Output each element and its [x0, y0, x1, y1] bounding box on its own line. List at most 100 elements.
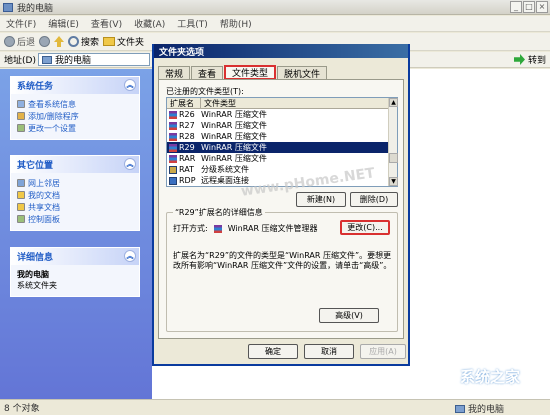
- list-item[interactable]: RAR WinRAR 压缩文件: [167, 153, 397, 164]
- system-tasks-panel: 系统任务 ︽ 查看系统信息 添加/删除程序 更改一个设置: [10, 76, 140, 140]
- ok-button[interactable]: 确定: [248, 344, 298, 359]
- up-folder-icon: [54, 36, 65, 47]
- menu-favorites[interactable]: 收藏(A): [134, 17, 165, 30]
- column-extension[interactable]: 扩展名: [167, 98, 201, 108]
- list-item[interactable]: R27 WinRAR 压缩文件: [167, 120, 397, 131]
- menu-tools[interactable]: 工具(T): [177, 17, 208, 30]
- menu-view[interactable]: 查看(V): [91, 17, 122, 30]
- winrar-icon: [213, 224, 222, 233]
- forward-arrow-icon: [39, 36, 51, 47]
- place-my-documents[interactable]: 我的文档: [17, 189, 133, 201]
- collapse-chevron-icon[interactable]: ︽: [124, 158, 136, 170]
- folder-options-dialog: 文件夹选项 常规 查看 文件类型 脱机文件 已注册的文件类型(T): 扩展名 文…: [152, 44, 410, 366]
- folders-button[interactable]: 文件夹: [103, 35, 144, 48]
- computer-icon: [3, 2, 13, 12]
- back-arrow-icon: [4, 36, 15, 47]
- opens-with-row: 打开方式: WinRAR 压缩文件管理器: [173, 223, 318, 234]
- address-label: 地址(D): [4, 56, 36, 66]
- scroll-up-icon[interactable]: ▲: [389, 98, 398, 107]
- close-button[interactable]: ×: [536, 1, 548, 13]
- search-icon: [68, 36, 80, 47]
- maximize-button[interactable]: □: [523, 1, 535, 13]
- menu-edit[interactable]: 编辑(E): [48, 17, 79, 30]
- go-label: 转到: [527, 56, 546, 66]
- menu-bar: 文件(F) 编辑(E) 查看(V) 收藏(A) 工具(T) 帮助(H): [0, 16, 550, 32]
- details-group-title: “R29”扩展名的详细信息: [173, 207, 265, 218]
- folder-icon: [17, 191, 25, 199]
- file-types-page: 已注册的文件类型(T): 扩展名 文件类型 R26 WinRAR 压缩文件 R2…: [158, 79, 404, 339]
- apply-button[interactable]: 应用(A): [360, 344, 406, 359]
- minimize-button[interactable]: _: [510, 1, 522, 13]
- list-header: 扩展名 文件类型: [167, 98, 397, 109]
- control-panel-icon: [17, 124, 25, 132]
- go-arrow-icon: [513, 54, 525, 65]
- other-places-header[interactable]: 其它位置 ︽: [11, 156, 139, 173]
- menu-file[interactable]: 文件(F): [6, 17, 36, 30]
- folders-label: 文件夹: [117, 38, 145, 48]
- new-button[interactable]: 新建(N): [296, 192, 346, 207]
- dialog-tabs: 常规 查看 文件类型 脱机文件: [158, 65, 328, 80]
- description-text: 扩展名为“R29”的文件的类型是“WinRAR 压缩文件”。要想更改所有影响“W…: [173, 251, 392, 270]
- scroll-thumb[interactable]: [389, 153, 398, 163]
- winrar-icon: [169, 143, 177, 152]
- column-file-type[interactable]: 文件类型: [201, 98, 389, 108]
- remote-desktop-icon: [169, 176, 177, 185]
- place-control-panel[interactable]: 控制面板: [17, 213, 133, 225]
- delete-button[interactable]: 删除(D): [350, 192, 398, 207]
- address-input[interactable]: 我的电脑: [38, 53, 150, 66]
- place-shared-documents[interactable]: 共享文档: [17, 201, 133, 213]
- cancel-button[interactable]: 取消: [304, 344, 354, 359]
- forward-button[interactable]: [39, 36, 51, 47]
- back-label: 后退: [17, 38, 36, 48]
- window-title: 我的电脑: [17, 3, 54, 14]
- back-button[interactable]: 后退: [4, 35, 35, 48]
- up-button[interactable]: [54, 36, 65, 47]
- system-tasks-header[interactable]: 系统任务 ︽: [11, 77, 139, 94]
- details-panel: 详细信息 ︽ 我的电脑 系统文件夹: [10, 247, 140, 297]
- task-change-setting[interactable]: 更改一个设置: [17, 122, 133, 134]
- task-pane: 系统任务 ︽ 查看系统信息 添加/删除程序 更改一个设置 其它位置 ︽ 网上邻居…: [0, 69, 152, 399]
- info-icon: [17, 100, 25, 108]
- task-view-system-info[interactable]: 查看系统信息: [17, 98, 133, 110]
- rating-icon: [169, 165, 177, 174]
- go-button[interactable]: 转到: [513, 53, 546, 66]
- logo-url: XITONGZHIJIA.NET: [460, 384, 516, 391]
- folder-icon: [103, 37, 116, 46]
- winrar-icon: [169, 154, 177, 163]
- status-count: 8 个对象: [4, 404, 40, 414]
- winrar-icon: [169, 132, 177, 141]
- programs-icon: [17, 112, 25, 120]
- status-location: 我的电脑: [468, 405, 505, 415]
- status-bar: 8 个对象 我的电脑: [0, 399, 550, 415]
- details-group: “R29”扩展名的详细信息 打开方式: WinRAR 压缩文件管理器 更改(C)…: [166, 207, 398, 332]
- site-logo: 系统之家 XITONGZHIJIA.NET: [430, 355, 548, 397]
- details-type: 系统文件夹: [17, 281, 57, 290]
- list-scrollbar[interactable]: ▲ ▼: [388, 98, 398, 186]
- details-name: 我的电脑: [17, 270, 49, 279]
- menu-help[interactable]: 帮助(H): [220, 17, 252, 30]
- advanced-button[interactable]: 高级(V): [319, 308, 379, 323]
- list-item[interactable]: R26 WinRAR 压缩文件: [167, 109, 397, 120]
- details-header[interactable]: 详细信息 ︽: [11, 248, 139, 265]
- tab-view[interactable]: 查看: [191, 66, 224, 80]
- list-item[interactable]: R28 WinRAR 压缩文件: [167, 131, 397, 142]
- opens-with-label: 打开方式:: [173, 224, 208, 233]
- tab-offline-files[interactable]: 脱机文件: [277, 66, 328, 80]
- shared-folder-icon: [17, 203, 25, 211]
- collapse-chevron-icon[interactable]: ︽: [124, 79, 136, 91]
- address-value: 我的电脑: [55, 56, 92, 66]
- winrar-icon: [169, 110, 177, 119]
- tab-general[interactable]: 常规: [158, 66, 191, 80]
- collapse-chevron-icon[interactable]: ︽: [124, 250, 136, 262]
- other-places-panel: 其它位置 ︽ 网上邻居 我的文档 共享文档 控制面板: [10, 155, 140, 231]
- network-icon: [17, 179, 25, 187]
- list-item-selected[interactable]: R29 WinRAR 压缩文件: [167, 142, 389, 153]
- change-button[interactable]: 更改(C)...: [340, 220, 390, 235]
- task-add-remove-programs[interactable]: 添加/删除程序: [17, 110, 133, 122]
- scroll-down-icon[interactable]: ▼: [389, 177, 398, 186]
- registered-types-label: 已注册的文件类型(T):: [166, 87, 244, 96]
- place-network[interactable]: 网上邻居: [17, 177, 133, 189]
- search-button[interactable]: 搜索: [68, 35, 99, 48]
- search-label: 搜索: [81, 38, 100, 48]
- tab-file-types[interactable]: 文件类型: [224, 65, 277, 80]
